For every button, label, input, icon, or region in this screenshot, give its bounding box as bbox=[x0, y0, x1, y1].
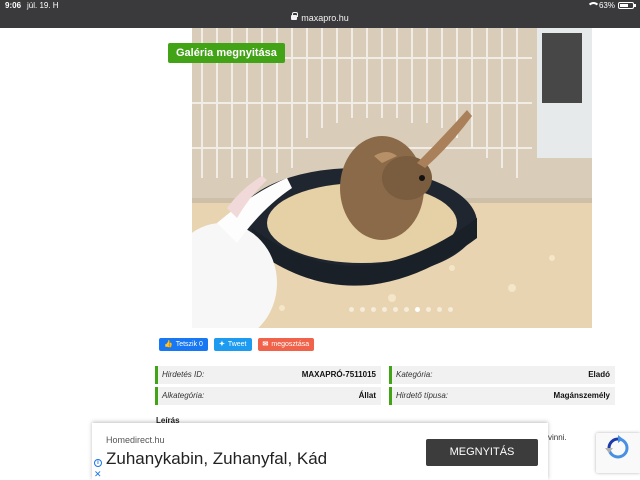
tweet-button[interactable]: ✦ Tweet bbox=[213, 338, 252, 351]
gallery-dot[interactable] bbox=[349, 307, 354, 312]
envelope-icon: ✉ bbox=[262, 341, 269, 348]
ad-headline[interactable]: Zuhanykabin, Zuhanyfal, Kád bbox=[106, 449, 327, 469]
share-buttons: 👍 Tetszik 0 ✦ Tweet ✉ megosztása bbox=[159, 338, 315, 351]
detail-label: Kategória: bbox=[396, 370, 433, 379]
clock: 9:06 bbox=[5, 1, 22, 10]
detail-label: Hirdetés ID: bbox=[162, 370, 205, 379]
gallery-dot[interactable] bbox=[448, 307, 453, 312]
gallery-dot-active[interactable] bbox=[415, 307, 420, 312]
gallery-dot[interactable] bbox=[393, 307, 398, 312]
ad-close-icon[interactable]: ✕ bbox=[94, 470, 102, 479]
url-text: maxapro.hu bbox=[301, 13, 349, 23]
gallery-dot[interactable] bbox=[371, 307, 376, 312]
ad-info-icon[interactable]: i bbox=[94, 459, 102, 467]
detail-subcategory: Alkategória: Állat bbox=[155, 387, 381, 405]
detail-value: Magánszemély bbox=[553, 391, 610, 400]
share-label: megosztása bbox=[271, 341, 310, 348]
detail-value: Eladó bbox=[588, 370, 610, 379]
detail-label: Alkategória: bbox=[162, 391, 205, 400]
gallery-dot[interactable] bbox=[360, 307, 365, 312]
thumbs-up-icon: 👍 bbox=[164, 341, 173, 348]
email-share-button[interactable]: ✉ megosztása bbox=[257, 338, 315, 351]
battery-icon bbox=[618, 2, 636, 9]
ios-status-bar: 9:06 júl. 19. H maxapro.hu 63% bbox=[0, 0, 640, 28]
detail-label: Hirdető típusa: bbox=[396, 391, 449, 400]
detail-listing-id: Hirdetés ID: MAXAPRÓ-7511015 bbox=[155, 366, 381, 384]
address-bar[interactable]: maxapro.hu bbox=[0, 12, 640, 23]
detail-category: Kategória: Eladó bbox=[389, 366, 615, 384]
ad-open-button[interactable]: MEGNYITÁS bbox=[426, 439, 538, 466]
gallery-pagination[interactable] bbox=[349, 307, 453, 312]
detail-advertiser-type: Hirdető típusa: Magánszemély bbox=[389, 387, 615, 405]
wifi-icon bbox=[586, 2, 600, 9]
recaptcha-badge[interactable] bbox=[596, 433, 640, 473]
gallery-dot[interactable] bbox=[437, 307, 442, 312]
twitter-bird-icon: ✦ bbox=[218, 341, 225, 348]
gallery-dot[interactable] bbox=[382, 307, 387, 312]
facebook-like-label: Tetszik 0 bbox=[175, 341, 203, 348]
recaptcha-icon bbox=[605, 435, 629, 459]
rabbit-photo-illustration bbox=[192, 28, 592, 328]
tweet-label: Tweet bbox=[227, 341, 247, 348]
ad-domain: Homedirect.hu bbox=[106, 435, 165, 445]
detail-value: MAXAPRÓ-7511015 bbox=[301, 370, 376, 379]
description-text: vinni. bbox=[548, 433, 567, 442]
gallery-dot[interactable] bbox=[404, 307, 409, 312]
battery-percent: 63% bbox=[598, 1, 615, 10]
open-gallery-button[interactable]: Galéria megnyitása bbox=[168, 43, 285, 63]
detail-value: Állat bbox=[358, 391, 376, 400]
status-indicators: 63% bbox=[586, 1, 636, 10]
date: júl. 19. H bbox=[27, 1, 59, 10]
lock-icon bbox=[291, 12, 299, 21]
ad-banner[interactable]: i ✕ Homedirect.hu Zuhanykabin, Zuhanyfal… bbox=[92, 423, 548, 480]
gallery-dot[interactable] bbox=[426, 307, 431, 312]
facebook-like-button[interactable]: 👍 Tetszik 0 bbox=[159, 338, 208, 351]
listing-photo[interactable] bbox=[192, 28, 592, 328]
